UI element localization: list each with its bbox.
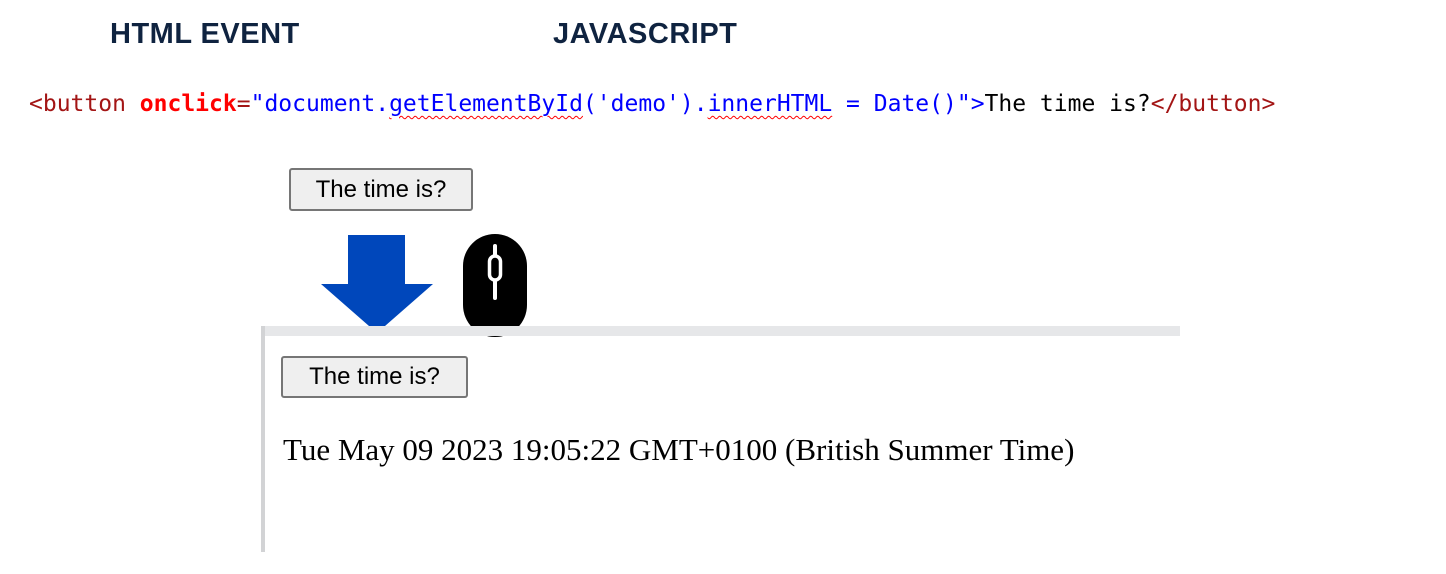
code-onclick-attribute: onclick xyxy=(139,91,237,117)
code-equals: = xyxy=(236,91,251,117)
code-inner-text: The time is? xyxy=(984,91,1151,117)
code-inner-html: innerHTML xyxy=(707,91,833,117)
code-gt: > xyxy=(970,91,985,117)
time-button-after[interactable]: The time is? xyxy=(281,356,468,398)
code-close-tag: </button> xyxy=(1150,91,1276,117)
browser-left-border xyxy=(261,326,265,552)
html-event-heading: HTML EVENT xyxy=(110,18,300,50)
code-get-element-by-id: getElementById xyxy=(389,91,583,117)
code-string-part2: ('demo'). xyxy=(582,91,708,117)
code-quote-close: " xyxy=(956,91,971,117)
time-button-before[interactable]: The time is? xyxy=(289,168,473,211)
javascript-heading: JAVASCRIPT xyxy=(553,18,738,50)
code-string-part3: = Date() xyxy=(832,91,957,117)
down-arrow-icon xyxy=(321,235,433,333)
code-open-tag: <button xyxy=(29,91,126,117)
browser-result-panel: The time is? Tue May 09 2023 19:05:22 GM… xyxy=(261,326,1180,552)
browser-top-border xyxy=(261,326,1180,336)
code-snippet: <button onclick="document.getElementById… xyxy=(29,89,1275,119)
mouse-icon xyxy=(463,234,527,337)
demo-result-text: Tue May 09 2023 19:05:22 GMT+0100 (Briti… xyxy=(283,432,1075,467)
code-string-part1: document. xyxy=(264,91,390,117)
code-quote-open: " xyxy=(250,91,265,117)
